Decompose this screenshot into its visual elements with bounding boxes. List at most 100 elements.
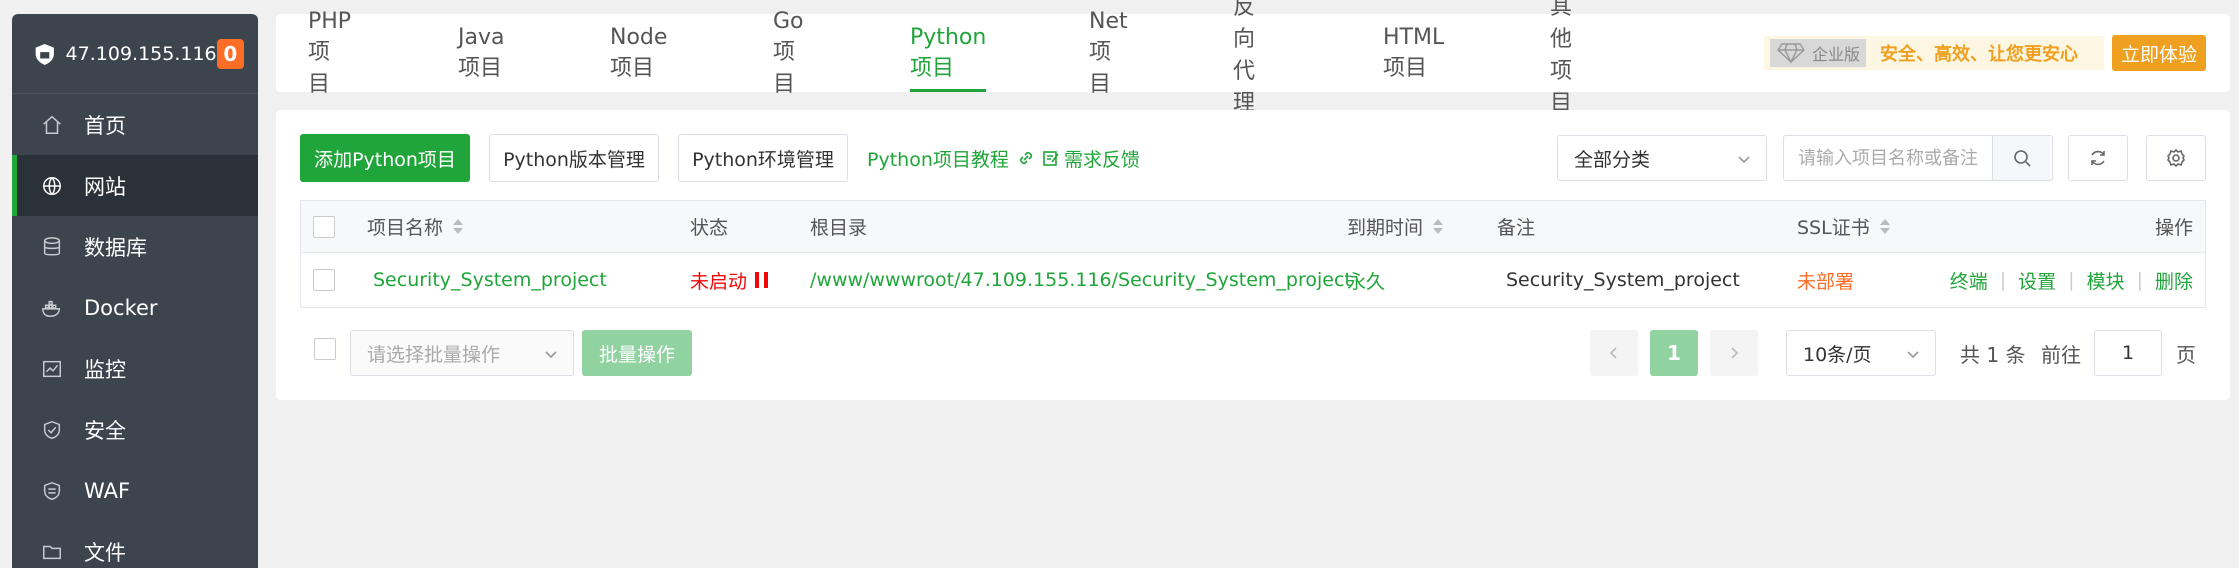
sidebar-item-label: WAF	[84, 478, 131, 503]
chevron-left-icon	[1609, 347, 1617, 359]
ssl-status-link[interactable]: 未部署	[1797, 253, 1854, 307]
monitor-icon	[40, 357, 64, 381]
python-tutorial-link[interactable]: Python项目教程	[867, 134, 1035, 182]
sort-icon	[1879, 219, 1890, 234]
project-type-tabs-bar: PHP项目 Java项目 Node项目 Go项目 Python项目 Net项目 …	[276, 0, 2230, 116]
sidebar-item-website[interactable]: 网站	[12, 155, 258, 216]
search-button[interactable]	[1992, 136, 2050, 180]
page-size-value: 10条/页	[1803, 343, 1872, 366]
server-ip[interactable]: 47.109.155.116	[66, 43, 217, 65]
home-icon	[40, 113, 64, 137]
tab-java[interactable]: Java项目	[458, 14, 504, 92]
docker-icon	[40, 296, 64, 320]
select-all-checkbox[interactable]	[313, 215, 335, 238]
enterprise-badge-label: 企业版	[1812, 45, 1861, 64]
python-version-button[interactable]: Python版本管理	[489, 134, 659, 182]
search-icon	[2013, 150, 2031, 167]
chevron-down-icon	[1905, 345, 1921, 361]
terminal-action[interactable]: 终端	[1950, 267, 1988, 294]
page-unit-label: 页	[2176, 342, 2196, 367]
status-label: 未启动	[690, 270, 748, 293]
notification-badge[interactable]: 0	[216, 38, 244, 69]
python-env-button[interactable]: Python环境管理	[678, 134, 848, 182]
chevron-down-icon	[543, 345, 559, 361]
globe-icon	[40, 174, 64, 198]
tab-html[interactable]: HTML项目	[1383, 14, 1444, 92]
header-name[interactable]: 项目名称	[367, 201, 464, 252]
feedback-link[interactable]: 需求反馈	[1042, 134, 1140, 182]
sidebar-item-database[interactable]: 数据库	[12, 216, 258, 277]
category-select-value: 全部分类	[1574, 148, 1651, 171]
feedback-link-label: 需求反馈	[1064, 148, 1141, 171]
chevron-down-icon	[1736, 150, 1752, 166]
header-expire[interactable]: 到期时间	[1347, 201, 1444, 252]
enterprise-badge: 企业版	[1770, 39, 1867, 67]
page-number-current[interactable]: 1	[1650, 330, 1698, 376]
row-select-cell	[313, 253, 335, 307]
header-ssl[interactable]: SSL证书	[1797, 201, 1890, 252]
batch-operation-button[interactable]: 批量操作	[582, 330, 692, 376]
header-remark: 备注	[1497, 217, 1536, 239]
header-name-label: 项目名称	[367, 217, 444, 239]
batch-operation-select[interactable]: 请选择批量操作	[350, 330, 574, 376]
external-link-icon	[1019, 151, 1032, 165]
modules-action[interactable]: 模块	[2087, 267, 2125, 294]
sidebar-item-home[interactable]: 首页	[12, 94, 258, 155]
project-name-link[interactable]: Security_System_project	[373, 253, 607, 307]
delete-action[interactable]: 删除	[2155, 267, 2193, 294]
project-table: 项目名称 状态 根目录 到期时间 备注 SSL证书 操作 Security_Sy…	[300, 200, 2206, 308]
sidebar-item-monitor[interactable]: 监控	[12, 338, 258, 399]
category-select[interactable]: 全部分类	[1557, 135, 1767, 181]
expire-time[interactable]: 永久	[1347, 253, 1385, 307]
goto-label: 前往	[2041, 342, 2081, 367]
edit-note-icon	[1043, 151, 1059, 166]
prev-page-button[interactable]	[1590, 330, 1638, 376]
batch-select-all-checkbox[interactable]	[314, 338, 336, 360]
sidebar-header: 47.109.155.116 0	[12, 14, 258, 94]
server-logo-icon	[35, 43, 54, 65]
page-size-select[interactable]: 10条/页	[1786, 330, 1936, 376]
sidebar-item-label: 首页	[84, 113, 126, 138]
tab-net[interactable]: Net项目	[1089, 9, 1128, 97]
shield-icon	[40, 418, 64, 442]
batch-select-placeholder: 请选择批量操作	[367, 343, 501, 366]
search-input[interactable]	[1784, 136, 1992, 180]
sidebar-item-docker[interactable]: Docker	[12, 277, 258, 338]
goto-page-input[interactable]: 1	[2094, 330, 2162, 376]
project-search	[1783, 135, 2053, 181]
waf-shield-icon	[40, 479, 64, 503]
header-status: 状态	[690, 217, 729, 239]
tutorial-link-label: Python项目教程	[867, 148, 1009, 171]
sidebar-item-security[interactable]: 安全	[12, 399, 258, 460]
refresh-button[interactable]	[2068, 135, 2128, 181]
row-actions: 终端 | 设置 | 模块 | 删除	[1950, 253, 2193, 307]
header-ops: 操作	[2154, 217, 2193, 239]
sort-icon	[1433, 219, 1444, 234]
sidebar-item-files[interactable]: 文件	[12, 521, 258, 568]
settings-button[interactable]	[2146, 135, 2206, 181]
tab-python[interactable]: Python项目	[910, 14, 987, 92]
sidebar-item-label: 文件	[84, 540, 126, 565]
folder-icon	[40, 540, 64, 564]
chevron-right-icon	[1731, 347, 1739, 359]
gear-icon	[2167, 148, 2185, 168]
tab-other[interactable]: 其他项目	[1550, 0, 1572, 116]
settings-action[interactable]: 设置	[2018, 267, 2056, 294]
pause-icon	[755, 272, 773, 288]
tab-node[interactable]: Node项目	[610, 14, 667, 92]
tab-go[interactable]: Go项目	[773, 9, 804, 97]
tab-reverse-proxy[interactable]: 反向代理	[1233, 0, 1255, 116]
add-python-project-button[interactable]: 添加Python项目	[300, 134, 470, 182]
sidebar-menu: 首页 网站 数据库 Docker 监控 安全 WAF 文件	[12, 94, 258, 568]
sort-icon	[453, 219, 464, 234]
remark-text[interactable]: Security_System_project	[1506, 253, 1740, 307]
tab-php[interactable]: PHP项目	[308, 9, 351, 97]
next-page-button[interactable]	[1710, 330, 1758, 376]
sidebar-item-waf[interactable]: WAF	[12, 460, 258, 521]
status-toggle[interactable]: 未启动	[690, 253, 773, 307]
enterprise-promo[interactable]: 企业版 安全、高效、让您更安心	[1764, 36, 2104, 70]
try-now-button[interactable]: 立即体验	[2112, 35, 2206, 71]
row-checkbox[interactable]	[313, 269, 335, 291]
root-dir-link[interactable]: /www/wwwroot/47.109.155.116/Security_Sys…	[810, 253, 1352, 307]
sidebar: 47.109.155.116 0 首页 网站 数据库 Docker 监控 安全	[12, 14, 258, 568]
